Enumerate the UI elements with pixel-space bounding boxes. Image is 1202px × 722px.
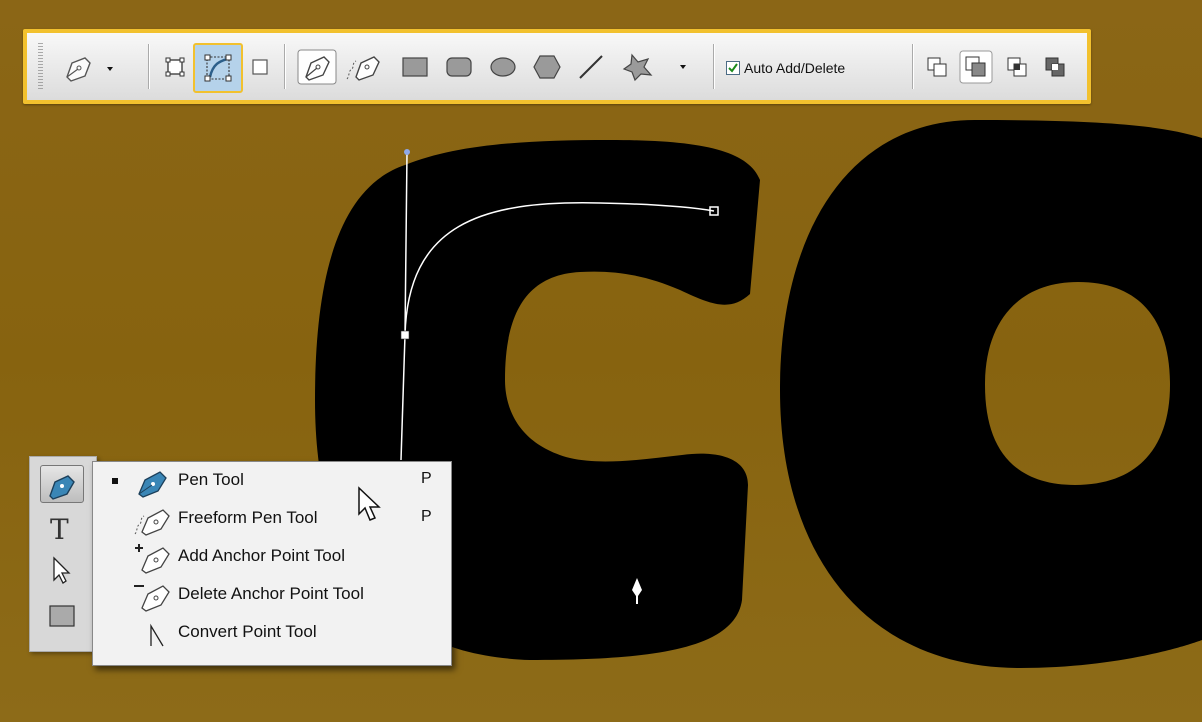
toolbox-rectangle-tool[interactable]: [40, 597, 84, 635]
pen-tool-flyout-menu: Pen Tool P Freeform Pen Tool P Add Ancho…: [92, 461, 452, 666]
menu-item-shortcut: P: [421, 470, 432, 487]
line-icon: [579, 55, 603, 79]
mouse-pointer-icon: [358, 486, 381, 521]
pen-icon: [66, 57, 113, 82]
rectangle-icon: [49, 605, 75, 627]
menu-item-label: Convert Point Tool: [178, 622, 317, 641]
menu-item-label: Add Anchor Point Tool: [178, 546, 345, 565]
intersect-icon: [1007, 57, 1027, 77]
path-selection-icon: [53, 556, 71, 584]
menu-item-convert-point-tool[interactable]: Convert Point Tool: [93, 614, 451, 652]
custom-shape-icon: [622, 53, 686, 82]
toolbox-pen-tool[interactable]: [40, 465, 84, 503]
options-bar: Auto Add/Delete: [23, 29, 1091, 104]
menu-item-label: Freeform Pen Tool: [178, 508, 318, 527]
freeform-pen-icon: [134, 509, 170, 536]
combine-button[interactable]: [921, 47, 953, 87]
rounded-rectangle-tool-button[interactable]: [439, 47, 479, 87]
polygon-tool-button[interactable]: [527, 47, 567, 87]
rectangle-tool-button[interactable]: [395, 47, 435, 87]
auto-add-delete-label: Auto Add/Delete: [744, 60, 846, 76]
menu-item-pen-tool[interactable]: Pen Tool P: [93, 462, 451, 500]
toolbar-grip[interactable]: [38, 43, 43, 90]
pen-icon: [297, 49, 337, 85]
pen-icon: [49, 475, 75, 500]
fill-pixels-icon: [252, 59, 268, 75]
subtract-icon: [959, 50, 993, 84]
add-anchor-icon: [135, 544, 170, 574]
paths-button[interactable]: [193, 43, 243, 93]
rounded-rectangle-icon: [446, 57, 472, 77]
menu-item-delete-anchor-point-tool[interactable]: Delete Anchor Point Tool: [93, 576, 451, 614]
convert-point-icon: [150, 623, 164, 647]
fill-pixels-button[interactable]: [247, 47, 273, 87]
paths-icon: [204, 54, 232, 82]
anchor-point: [400, 330, 410, 340]
freeform-pen-button[interactable]: [343, 47, 385, 87]
menu-item-add-anchor-point-tool[interactable]: Add Anchor Point Tool: [93, 538, 451, 576]
ellipse-icon: [490, 57, 516, 77]
delete-anchor-icon: [134, 585, 170, 612]
shape-layers-icon: [165, 57, 185, 77]
pen-icon: [138, 471, 167, 498]
letter-o-shape: [780, 120, 1202, 668]
pen-tool-button[interactable]: [295, 47, 339, 87]
check-icon: [728, 63, 738, 73]
ellipse-tool-button[interactable]: [483, 47, 523, 87]
selected-bullet: [112, 478, 118, 484]
line-tool-button[interactable]: [571, 47, 611, 87]
exclude-icon: [1045, 57, 1065, 77]
direction-point: [404, 149, 410, 155]
freeform-pen-icon: [346, 56, 380, 81]
toolbox-type-tool[interactable]: T: [40, 509, 84, 547]
toolbox-panel: T: [29, 456, 97, 652]
chevron-down-icon: [107, 67, 113, 71]
menu-item-label: Pen Tool: [178, 470, 244, 489]
exclude-button[interactable]: [1039, 47, 1071, 87]
auto-add-delete-option[interactable]: Auto Add/Delete: [726, 56, 845, 80]
tool-preset-picker[interactable]: [57, 47, 119, 87]
intersect-button[interactable]: [1001, 47, 1033, 87]
menu-item-label: Delete Anchor Point Tool: [178, 584, 364, 603]
subtract-button[interactable]: [957, 47, 995, 87]
svg-text:T: T: [50, 513, 69, 544]
menu-item-freeform-pen-tool[interactable]: Freeform Pen Tool P: [93, 500, 451, 538]
custom-shape-picker[interactable]: [619, 47, 697, 87]
rectangle-icon: [402, 57, 428, 77]
chevron-down-icon: [680, 65, 686, 69]
combine-icon: [927, 57, 947, 77]
type-icon: T: [50, 513, 69, 544]
shape-layers-button[interactable]: [160, 47, 190, 87]
polygon-icon: [533, 55, 561, 79]
toolbox-path-selection-tool[interactable]: [40, 551, 84, 589]
menu-item-shortcut: P: [421, 508, 432, 525]
auto-add-delete-checkbox[interactable]: [726, 61, 740, 75]
